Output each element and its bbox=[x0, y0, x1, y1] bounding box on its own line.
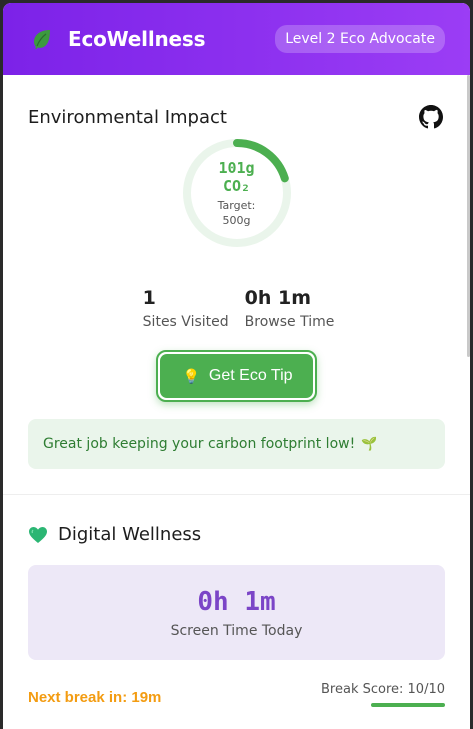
target-value: 500g bbox=[222, 213, 251, 227]
sprout-icon: 🌱 bbox=[361, 436, 378, 452]
co2-unit: CO₂ bbox=[222, 176, 251, 195]
level-badge: Level 2 Eco Advocate bbox=[275, 25, 445, 53]
break-score-text: Break Score: 10/10 bbox=[321, 682, 445, 697]
green-heart-icon bbox=[29, 526, 47, 543]
brand: EcoWellness bbox=[30, 27, 205, 51]
break-score-bar-fill bbox=[371, 703, 445, 707]
target-label: Target: bbox=[217, 198, 256, 212]
lightbulb-icon: 💡 bbox=[182, 367, 200, 384]
stat-value: 1 bbox=[142, 287, 156, 309]
environmental-impact-title: Environmental Impact bbox=[28, 106, 227, 128]
eco-message-text: Great job keeping your carbon footprint … bbox=[43, 436, 356, 452]
leaf-icon bbox=[34, 30, 50, 49]
get-eco-tip-label: Get Eco Tip bbox=[208, 367, 293, 384]
digital-wellness-section: Digital Wellness 0h 1m Screen Time Today… bbox=[3, 524, 470, 707]
environmental-impact-section: Environmental Impact 101g CO₂ Target: 50… bbox=[3, 105, 470, 469]
eco-message: Great job keeping your carbon footprint … bbox=[28, 419, 445, 469]
digital-wellness-title: Digital Wellness bbox=[58, 524, 202, 545]
stat-sites-visited: 1 Sites Visited bbox=[143, 287, 229, 330]
screen-time-card: 0h 1m Screen Time Today bbox=[28, 565, 445, 660]
stat-value: 0h 1m bbox=[244, 287, 312, 309]
stats-row: 1 Sites Visited 0h 1m Browse Time bbox=[32, 287, 445, 330]
github-icon[interactable] bbox=[419, 105, 443, 129]
stat-label: Browse Time bbox=[244, 314, 335, 330]
break-score-bar bbox=[321, 703, 445, 707]
co2-value: 101g bbox=[218, 158, 255, 177]
get-eco-tip-button[interactable]: 💡 Get Eco Tip bbox=[156, 350, 317, 402]
next-break-text: Next break in: 19m bbox=[28, 689, 162, 706]
break-row: Next break in: 19m Break Score: 10/10 bbox=[28, 682, 445, 707]
screen-time-value: 0h 1m bbox=[197, 586, 276, 617]
stat-browse-time: 0h 1m Browse Time bbox=[245, 287, 335, 330]
co2-progress-ring: 101g CO₂ Target: 500g bbox=[181, 137, 293, 249]
extension-popup: EcoWellness Level 2 Eco Advocate Environ… bbox=[3, 3, 470, 729]
stat-label: Sites Visited bbox=[142, 314, 229, 330]
app-title: EcoWellness bbox=[68, 27, 206, 51]
scrollbar[interactable] bbox=[467, 75, 470, 357]
divider bbox=[3, 494, 470, 495]
header: EcoWellness Level 2 Eco Advocate bbox=[3, 3, 470, 75]
screen-time-label: Screen Time Today bbox=[170, 622, 303, 639]
